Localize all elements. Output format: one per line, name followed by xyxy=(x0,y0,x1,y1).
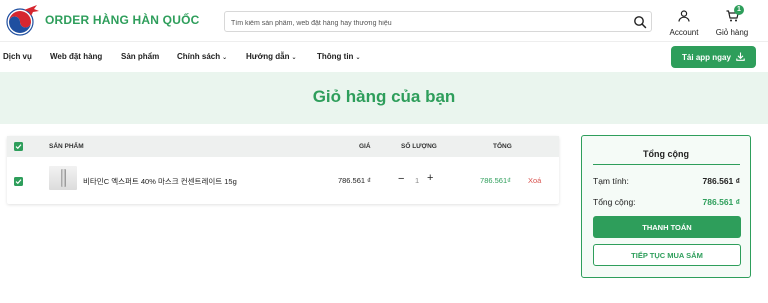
total-value: 786.561 ₫ xyxy=(702,197,740,207)
brand-name[interactable]: ORDER HÀNG HÀN QUỐC xyxy=(45,13,199,27)
page-banner: Giỏ hàng của bạn xyxy=(0,72,768,124)
product-thumbnail[interactable] xyxy=(49,166,77,190)
nav-item-services[interactable]: Dịch vụ xyxy=(3,52,32,61)
column-header-price: Giá xyxy=(359,143,371,150)
product-price: 786.561 ₫ xyxy=(337,176,371,185)
row-checkbox[interactable] xyxy=(14,177,23,186)
column-header-qty: Số lượng xyxy=(401,143,437,150)
cart-label: Giỏ hàng xyxy=(715,28,749,37)
nav-item-label: Hướng dẫn xyxy=(246,52,290,61)
column-header-product: Sản phẩm xyxy=(49,143,84,150)
main-nav: Dịch vụ Web đặt hàng Sản phẩm Chính sách… xyxy=(0,42,768,72)
summary-divider xyxy=(593,164,740,165)
table-header: Sản phẩm Giá Số lượng Tổng xyxy=(7,136,559,157)
subtotal-label: Tạm tính: xyxy=(593,176,629,186)
nav-item-label: Thông tin xyxy=(317,52,354,61)
account-button[interactable]: Account xyxy=(667,9,701,37)
nav-item-label: Chính sách xyxy=(177,52,221,61)
cart-count-badge: 1 xyxy=(734,5,744,15)
nav-item-label: Sản phẩm xyxy=(121,52,160,61)
row-total: 786.561₫ xyxy=(480,176,511,185)
delete-item-button[interactable]: Xoá xyxy=(528,176,541,185)
qty-value[interactable]: 1 xyxy=(415,176,419,185)
nav-item-info[interactable]: Thông tin ⌄ xyxy=(317,52,360,61)
select-all-checkbox[interactable] xyxy=(14,142,23,151)
download-app-label: Tải app ngay xyxy=(682,52,731,62)
product-name[interactable]: 비타민C 엑스퍼트 40% 마스크 컨센트레이트 15g xyxy=(83,176,237,187)
subtotal-value: 786.561 ₫ xyxy=(702,176,740,186)
subtotal-row: Tạm tính: 786.561 ₫ xyxy=(593,176,740,186)
continue-shopping-button[interactable]: Tiếp tục mua sắm xyxy=(593,244,741,266)
nav-item-label: Dịch vụ xyxy=(3,52,32,61)
chevron-down-icon: ⌄ xyxy=(291,55,297,61)
cart-table: Sản phẩm Giá Số lượng Tổng 비타민C 엑스퍼트 40%… xyxy=(7,136,559,204)
nav-item-label: Web đặt hàng xyxy=(50,52,103,61)
checkout-button[interactable]: Thanh toán xyxy=(593,216,741,238)
qty-decrease-button[interactable]: − xyxy=(398,173,404,185)
download-icon xyxy=(736,52,745,63)
summary-title: Tổng cộng xyxy=(643,149,689,159)
site-header: ORDER HÀNG HÀN QUỐC Account 1 Giỏ hàng xyxy=(0,0,768,42)
account-label: Account xyxy=(669,28,699,37)
nav-item-policy[interactable]: Chính sách ⌄ xyxy=(177,52,227,61)
column-header-total: Tổng xyxy=(493,143,512,150)
chevron-down-icon: ⌄ xyxy=(355,55,361,61)
total-row: Tổng cộng: 786.561 ₫ xyxy=(593,197,740,207)
download-app-button[interactable]: Tải app ngay xyxy=(671,46,756,68)
search-bar xyxy=(224,11,652,33)
nav-item-order-web[interactable]: Web đặt hàng xyxy=(50,52,102,61)
user-icon xyxy=(678,9,690,26)
chevron-down-icon: ⌄ xyxy=(222,55,228,61)
qty-increase-button[interactable]: + xyxy=(427,172,433,184)
brand-logo[interactable] xyxy=(4,4,40,38)
cart-button[interactable]: 1 Giỏ hàng xyxy=(714,5,750,37)
nav-item-guide[interactable]: Hướng dẫn ⌄ xyxy=(246,52,297,61)
total-label: Tổng cộng: xyxy=(593,197,636,207)
order-summary: Tổng cộng Tạm tính: 786.561 ₫ Tổng cộng:… xyxy=(581,135,751,278)
search-input[interactable] xyxy=(225,14,625,33)
page-title: Giỏ hàng của bạn xyxy=(312,87,456,106)
search-icon[interactable] xyxy=(633,15,647,29)
nav-item-products[interactable]: Sản phẩm xyxy=(121,52,159,61)
